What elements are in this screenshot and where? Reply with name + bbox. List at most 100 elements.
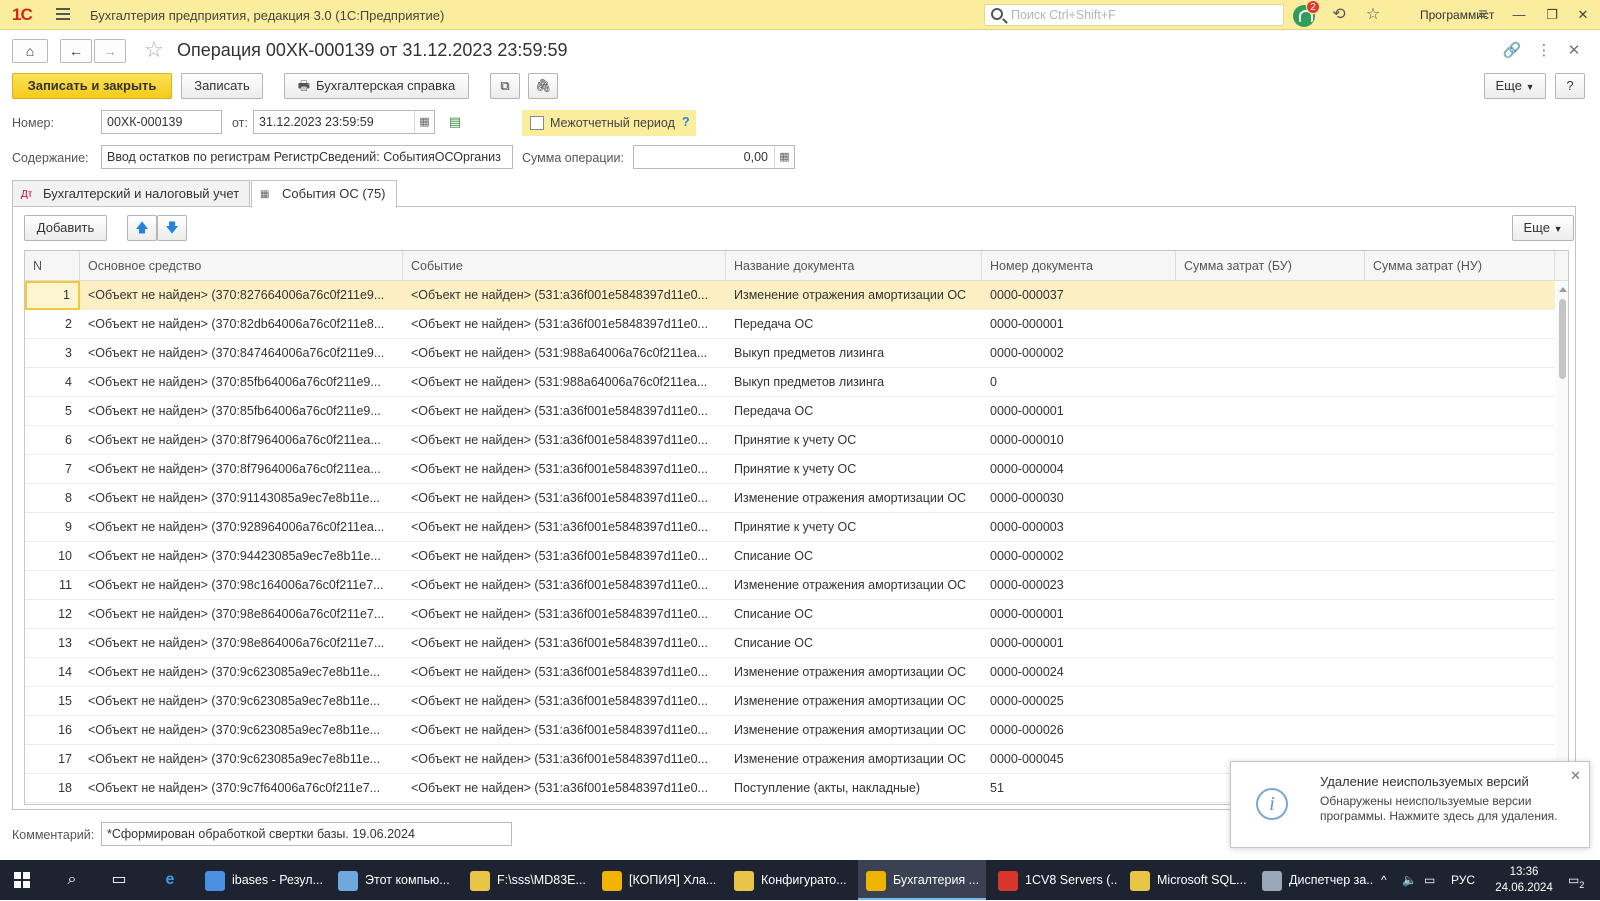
table-row[interactable]: 7 <Объект не найден> (370:8f7964006a76c0f… bbox=[25, 455, 1555, 484]
main-menu-icon[interactable] bbox=[56, 8, 70, 20]
table-cell[interactable] bbox=[1365, 687, 1540, 716]
link-icon[interactable]: 🔗 bbox=[1502, 41, 1522, 61]
save-and-close-button[interactable]: Записать и закрыть bbox=[12, 73, 172, 99]
table-cell[interactable]: Изменение отражения амортизации ОС bbox=[726, 687, 982, 716]
table-cell[interactable] bbox=[1176, 397, 1365, 426]
table-cell[interactable]: Принятие к учету ОС bbox=[726, 426, 982, 455]
table-cell[interactable]: 0000-000026 bbox=[982, 716, 1176, 745]
table-cell[interactable]: 0000-000001 bbox=[982, 310, 1176, 339]
table-scrollbar[interactable] bbox=[1556, 281, 1568, 804]
table-cell[interactable] bbox=[1365, 600, 1540, 629]
taskbar-item[interactable]: ibases - Резул... bbox=[197, 860, 325, 900]
table-cell[interactable] bbox=[1176, 658, 1365, 687]
table-cell[interactable] bbox=[1365, 281, 1540, 310]
table-cell[interactable]: <Объект не найден> (531:988a64006a76c0f2… bbox=[403, 368, 726, 397]
number-field[interactable]: 00ХК-000139 bbox=[101, 110, 222, 134]
interperiod-checkbox-group[interactable]: Межотчетный период ? bbox=[522, 110, 696, 136]
table-cell[interactable]: <Объект не найден> (370:827664006a76c0f2… bbox=[80, 281, 403, 310]
table-cell[interactable] bbox=[1365, 716, 1540, 745]
table-cell[interactable]: 0000-000023 bbox=[982, 571, 1176, 600]
table-cell[interactable]: Выкуп предметов лизинга bbox=[726, 368, 982, 397]
table-cell[interactable]: Изменение отражения амортизации ОС bbox=[726, 571, 982, 600]
table-cell[interactable]: 0000-000004 bbox=[982, 455, 1176, 484]
table-row[interactable]: 11 <Объект не найден> (370:98c164006a76c0… bbox=[25, 571, 1555, 600]
table-cell[interactable] bbox=[1365, 484, 1540, 513]
table-cell[interactable]: 14 bbox=[25, 658, 80, 687]
table-cell[interactable] bbox=[1365, 368, 1540, 397]
table-row[interactable]: 5 <Объект не найден> (370:85fb64006a76c0f… bbox=[25, 397, 1555, 426]
table-cell[interactable]: <Объект не найден> (531:a36f001e5848397d… bbox=[403, 687, 726, 716]
table-cell[interactable]: <Объект не найден> (531:a36f001e5848397d… bbox=[403, 716, 726, 745]
table-cell[interactable]: <Объект не найден> (531:a36f001e5848397d… bbox=[403, 426, 726, 455]
table-cell[interactable] bbox=[1176, 687, 1365, 716]
table-cell[interactable]: 0000-000003 bbox=[982, 513, 1176, 542]
table-cell[interactable] bbox=[1176, 281, 1365, 310]
table-cell[interactable]: 0000-000045 bbox=[982, 745, 1176, 774]
table-cell[interactable]: <Объект не найден> (370:98c164006a76c0f2… bbox=[80, 571, 403, 600]
table-cell[interactable] bbox=[1365, 658, 1540, 687]
table-cell[interactable] bbox=[1365, 571, 1540, 600]
volume-icon[interactable]: 🔈 bbox=[1402, 860, 1417, 900]
table-row[interactable]: 15 <Объект не найден> (370:9c623085a9ec7e… bbox=[25, 687, 1555, 716]
taskbar-item[interactable]: Microsoft SQL... bbox=[1122, 860, 1250, 900]
table-cell[interactable]: <Объект не найден> (531:a36f001e5848397d… bbox=[403, 310, 726, 339]
table-cell[interactable]: 0000-000024 bbox=[982, 658, 1176, 687]
taskbar-item[interactable]: Бухгалтерия ... bbox=[858, 860, 986, 900]
table-cell[interactable]: 0000-000025 bbox=[982, 687, 1176, 716]
table-cell[interactable]: 1 bbox=[25, 281, 80, 310]
table-cell[interactable]: 2 bbox=[25, 310, 80, 339]
table-cell[interactable]: 0000-000001 bbox=[982, 629, 1176, 658]
table-cell[interactable]: <Объект не найден> (531:a36f001e5848397d… bbox=[403, 484, 726, 513]
table-cell[interactable] bbox=[1176, 600, 1365, 629]
table-cell[interactable]: 0000-000002 bbox=[982, 339, 1176, 368]
table-cell[interactable] bbox=[1176, 571, 1365, 600]
scroll-thumb[interactable] bbox=[1559, 299, 1566, 379]
favorite-star-icon[interactable]: ☆ bbox=[144, 39, 164, 61]
taskbar-item[interactable]: F:\sss\MD83E... bbox=[462, 860, 590, 900]
scroll-up-icon[interactable] bbox=[1559, 287, 1567, 292]
table-cell[interactable]: <Объект не найден> (370:85fb64006a76c0f2… bbox=[80, 397, 403, 426]
favorites-star-icon[interactable]: ☆ bbox=[1364, 6, 1382, 24]
global-search[interactable] bbox=[984, 4, 1284, 26]
table-row[interactable]: 12 <Объект не найден> (370:98e864006a76c0… bbox=[25, 600, 1555, 629]
table-cell[interactable]: 18 bbox=[25, 774, 80, 803]
taskbar-clock[interactable]: 13:36 24.06.2024 bbox=[1484, 864, 1564, 896]
more-vertical-icon[interactable]: ⋮ bbox=[1534, 41, 1554, 61]
table-row[interactable]: 13 <Объект не найден> (370:98e864006a76c0… bbox=[25, 629, 1555, 658]
column-header[interactable]: Название документа bbox=[726, 251, 982, 281]
table-row[interactable]: 10 <Объект не найден> (370:94423085a9ec7e… bbox=[25, 542, 1555, 571]
table-cell[interactable]: Списание ОС bbox=[726, 542, 982, 571]
interperiod-checkbox[interactable] bbox=[530, 116, 544, 130]
move-down-button[interactable]: 🡇 bbox=[157, 215, 187, 241]
settings-menu-icon[interactable]: ≡ bbox=[1474, 6, 1492, 24]
table-cell[interactable] bbox=[1176, 542, 1365, 571]
network-icon[interactable]: ▭ bbox=[1424, 860, 1435, 900]
table-cell[interactable] bbox=[1365, 542, 1540, 571]
table-cell[interactable]: <Объект не найден> (531:a36f001e5848397d… bbox=[403, 600, 726, 629]
table-cell[interactable]: Изменение отражения амортизации ОС bbox=[726, 281, 982, 310]
forward-button[interactable]: → bbox=[94, 39, 126, 63]
table-cell[interactable]: <Объект не найден> (370:94423085a9ec7e8b… bbox=[80, 542, 403, 571]
table-cell[interactable] bbox=[1365, 339, 1540, 368]
table-row[interactable]: 2 <Объект не найден> (370:82db64006a76c0f… bbox=[25, 310, 1555, 339]
calculator-icon[interactable]: ▦ bbox=[774, 146, 794, 168]
table-row[interactable]: 14 <Объект не найден> (370:9c623085a9ec7e… bbox=[25, 658, 1555, 687]
table-cell[interactable]: 9 bbox=[25, 513, 80, 542]
table-cell[interactable] bbox=[1365, 629, 1540, 658]
table-cell[interactable] bbox=[1176, 484, 1365, 513]
tab-os-events[interactable]: ▦ События ОС (75) bbox=[251, 180, 397, 208]
table-cell[interactable]: 3 bbox=[25, 339, 80, 368]
table-cell[interactable]: <Объект не найден> (370:928964006a76c0f2… bbox=[80, 513, 403, 542]
table-cell[interactable]: Изменение отражения амортизации ОС bbox=[726, 716, 982, 745]
table-cell[interactable]: 13 bbox=[25, 629, 80, 658]
table-cell[interactable]: 0000-000001 bbox=[982, 397, 1176, 426]
taskbar-item[interactable]: Диспетчер за... bbox=[1254, 860, 1374, 900]
table-cell[interactable]: <Объект не найден> (531:a36f001e5848397d… bbox=[403, 397, 726, 426]
move-up-button[interactable]: 🡅 bbox=[127, 215, 157, 241]
table-cell[interactable]: 6 bbox=[25, 426, 80, 455]
table-cell[interactable]: <Объект не найден> (370:8f7964006a76c0f2… bbox=[80, 455, 403, 484]
content-field[interactable]: Ввод остатков по регистрам РегистрСведен… bbox=[101, 145, 513, 169]
table-cell[interactable] bbox=[1365, 397, 1540, 426]
minimize-icon[interactable]: — bbox=[1508, 4, 1530, 26]
table-cell[interactable]: Выкуп предметов лизинга bbox=[726, 339, 982, 368]
